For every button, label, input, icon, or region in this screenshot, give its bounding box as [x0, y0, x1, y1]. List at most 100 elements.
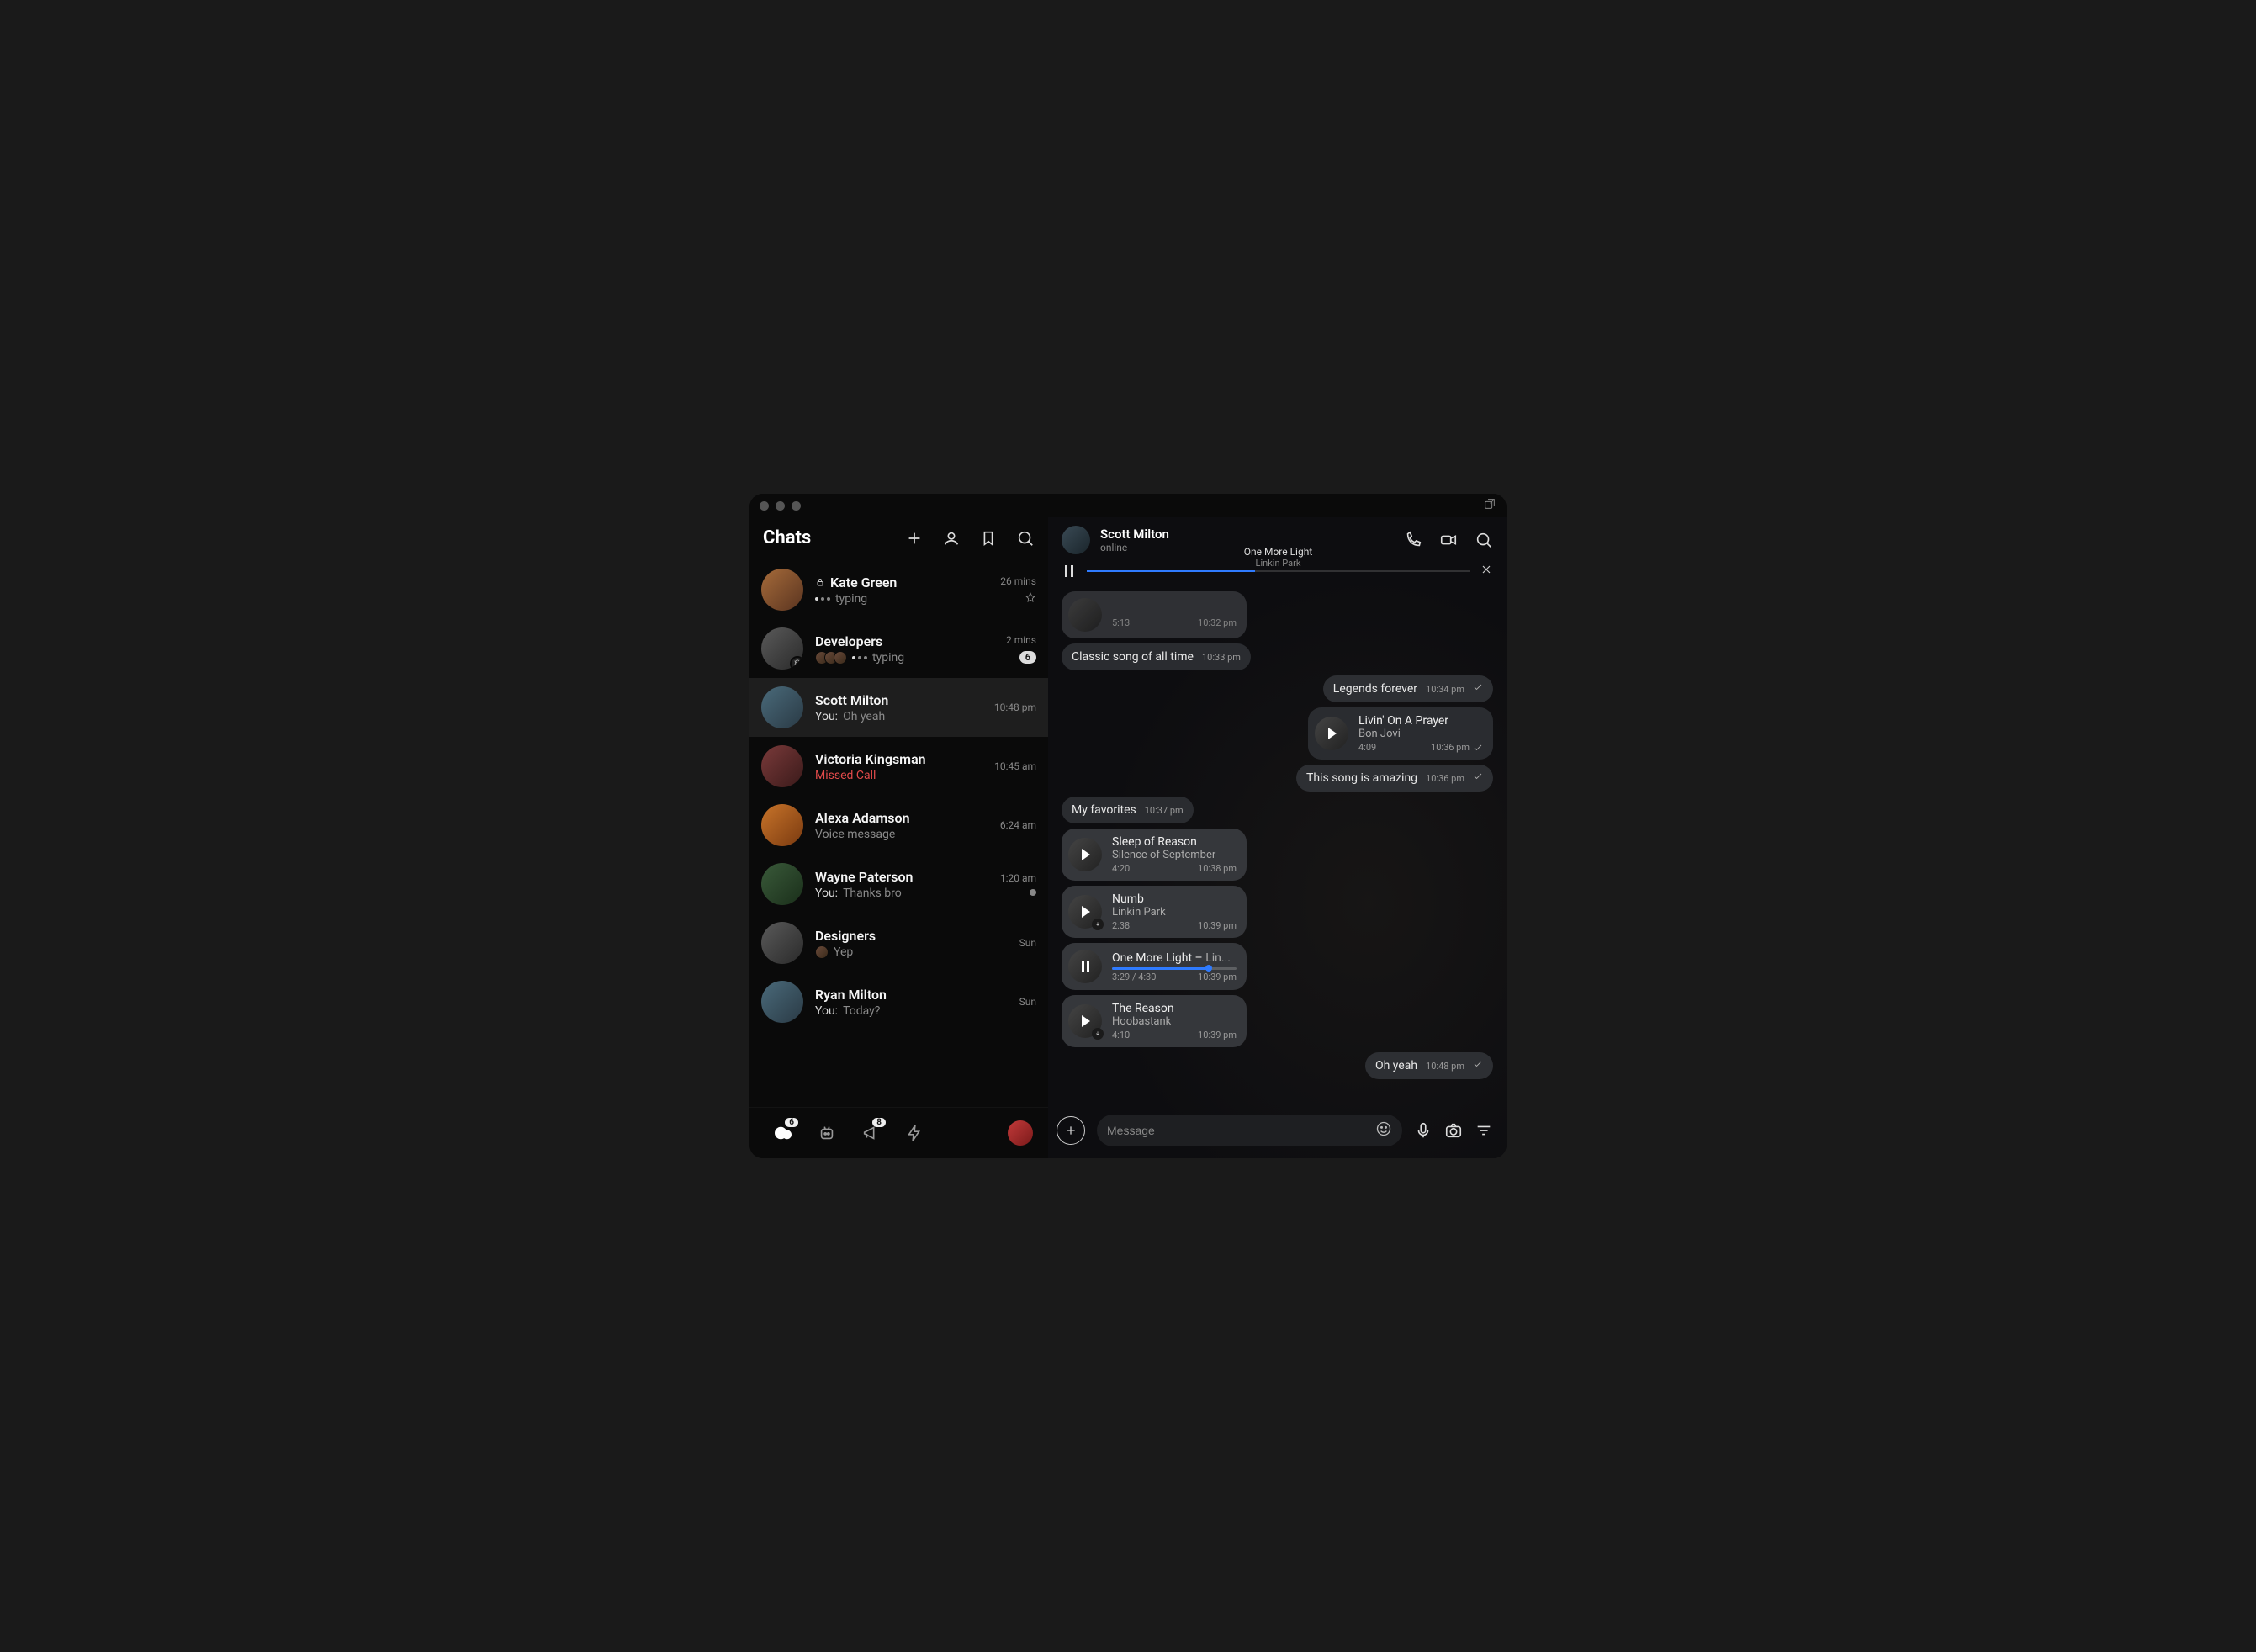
song-card[interactable]: - 5:1310:32 pm — [1062, 591, 1247, 638]
chat-item[interactable]: Wayne Paterson You:Thanks bro 1:20 am — [749, 855, 1048, 913]
message-time: 10:38 pm — [1198, 863, 1237, 874]
delivered-icon — [1473, 743, 1483, 753]
message: Livin' On A Prayer Bon Jovi 4:09 10:36 p… — [1062, 707, 1493, 760]
bookmark-icon[interactable] — [979, 529, 998, 548]
message-text: This song is amazing — [1306, 771, 1417, 785]
chat-list[interactable]: Kate Green typing 26 mins — [749, 560, 1048, 1107]
avatar — [761, 569, 803, 611]
song-cover[interactable] — [1068, 598, 1102, 632]
chat-item[interactable]: Scott Milton You:Oh yeah 10:48 pm — [749, 678, 1048, 737]
peer-avatar[interactable] — [1062, 526, 1090, 554]
message-bubble[interactable]: My favorites 10:37 pm — [1062, 797, 1194, 823]
video-call-icon[interactable] — [1439, 531, 1458, 549]
camera-icon[interactable] — [1444, 1121, 1463, 1140]
missed-call-label: Missed Call — [815, 769, 876, 782]
chat-name: Kate Green — [830, 574, 897, 590]
message: Classic song of all time 10:33 pm — [1062, 643, 1493, 670]
chat-item[interactable]: Designers Yep Sun — [749, 913, 1048, 972]
message-bubble[interactable]: This song is amazing 10:36 pm — [1296, 765, 1493, 792]
chat-item[interactable]: Kate Green typing 26 mins — [749, 560, 1048, 619]
sidebar-bottombar: 6 8 — [749, 1107, 1048, 1158]
download-icon[interactable] — [1092, 1028, 1104, 1040]
now-playing-pause[interactable] — [1062, 565, 1077, 577]
song-card[interactable]: Numb Linkin Park 2:3810:39 pm — [1062, 886, 1247, 938]
song-duration: 4:09 — [1358, 742, 1376, 753]
now-playing-close[interactable] — [1480, 563, 1493, 580]
pause-button[interactable] — [1068, 950, 1102, 983]
chat-time: Sun — [1019, 937, 1036, 949]
message-bubble[interactable]: Legends forever 10:34 pm — [1323, 675, 1493, 702]
play-button[interactable] — [1068, 1004, 1102, 1038]
song-card[interactable]: Livin' On A Prayer Bon Jovi 4:09 10:36 p… — [1308, 707, 1493, 760]
tab-bots[interactable] — [808, 1118, 845, 1148]
chat-name: Ryan Milton — [815, 987, 887, 1003]
peer-name[interactable]: Scott Milton — [1100, 527, 1169, 542]
song-artist: Linkin Park — [1112, 906, 1237, 919]
chat-item[interactable]: Developers typing 2 mins 6 — [749, 619, 1048, 678]
popout-icon[interactable] — [1483, 497, 1496, 511]
message: Sleep of Reason Silence of September 4:2… — [1062, 829, 1493, 881]
message-bubble[interactable]: Oh yeah 10:48 pm — [1365, 1052, 1493, 1079]
avatar — [761, 804, 803, 846]
window-minimize[interactable] — [776, 501, 785, 511]
chat-time: 1:20 am — [1000, 872, 1036, 884]
messages-list[interactable]: - 5:1310:32 pm Classic song of all time … — [1048, 586, 1507, 1106]
play-button[interactable] — [1315, 717, 1348, 750]
play-button[interactable] — [1068, 838, 1102, 871]
unread-count: 6 — [1019, 651, 1036, 664]
profile-avatar[interactable] — [1008, 1120, 1033, 1146]
message-input[interactable] — [1107, 1124, 1375, 1137]
tab-activity[interactable] — [896, 1118, 933, 1148]
chat-preview: Yep — [834, 945, 853, 959]
chat-time: 10:48 pm — [994, 702, 1036, 713]
chat-name: Developers — [815, 633, 882, 649]
avatar — [761, 922, 803, 964]
message-time: 10:48 pm — [1426, 1061, 1464, 1072]
typing-label: typing — [835, 592, 867, 606]
emoji-button[interactable] — [1375, 1120, 1392, 1141]
message: My favorites 10:37 pm — [1062, 797, 1493, 823]
contacts-icon[interactable] — [942, 529, 961, 548]
download-icon[interactable] — [1092, 919, 1104, 930]
message-input-wrap[interactable] — [1097, 1115, 1402, 1146]
chat-item[interactable]: Ryan Milton You:Today? Sun — [749, 972, 1048, 1031]
chat-time: 26 mins — [1000, 575, 1036, 587]
song-card[interactable]: The Reason Hoobastank 4:1010:39 pm — [1062, 995, 1247, 1047]
song-card[interactable]: One More Light – Lin... 3:29 / 4:3010:39… — [1062, 943, 1247, 990]
search-in-chat-icon[interactable] — [1475, 531, 1493, 549]
message: Legends forever 10:34 pm — [1062, 675, 1493, 702]
message-text: Legends forever — [1333, 682, 1417, 696]
window-close[interactable] — [760, 501, 769, 511]
chat-item[interactable]: Victoria Kingsman Missed Call 10:45 am — [749, 737, 1048, 796]
message-time: 10:36 pm — [1426, 773, 1464, 784]
sidebar: Chats Kate Green — [749, 517, 1048, 1158]
window-zoom[interactable] — [792, 501, 801, 511]
song-progress[interactable] — [1112, 967, 1237, 970]
song-card[interactable]: Sleep of Reason Silence of September 4:2… — [1062, 829, 1247, 881]
tab-broadcast[interactable]: 8 — [852, 1118, 889, 1148]
message-time: 10:37 pm — [1145, 805, 1184, 816]
now-playing-progress[interactable]: One More Light Linkin Park — [1087, 561, 1470, 581]
message: - 5:1310:32 pm — [1062, 591, 1493, 638]
compose-icon[interactable] — [905, 529, 924, 548]
audio-call-icon[interactable] — [1404, 531, 1422, 549]
mute-badge — [790, 656, 803, 670]
sender-avatar — [815, 945, 829, 959]
delivered-icon — [1473, 771, 1483, 781]
search-icon[interactable] — [1016, 529, 1035, 548]
song-elapsed: 3:29 / 4:30 — [1112, 972, 1156, 982]
mic-icon[interactable] — [1414, 1121, 1433, 1140]
you-label: You: — [815, 887, 838, 900]
message-text: My favorites — [1072, 803, 1136, 817]
chat-item[interactable]: Alexa Adamson Voice message 6:24 am — [749, 796, 1048, 855]
tab-chats[interactable]: 6 — [765, 1118, 802, 1148]
filter-icon[interactable] — [1475, 1121, 1493, 1140]
play-button[interactable] — [1068, 895, 1102, 929]
delivered-icon — [1473, 682, 1483, 692]
now-playing-artist: Linkin Park — [1244, 558, 1313, 569]
chat-name: Designers — [815, 928, 876, 944]
message-bubble[interactable]: Classic song of all time 10:33 pm — [1062, 643, 1251, 670]
conversation-header: Scott Milton online — [1048, 517, 1507, 559]
message-text: Oh yeah — [1375, 1059, 1417, 1072]
attach-button[interactable] — [1057, 1116, 1085, 1145]
